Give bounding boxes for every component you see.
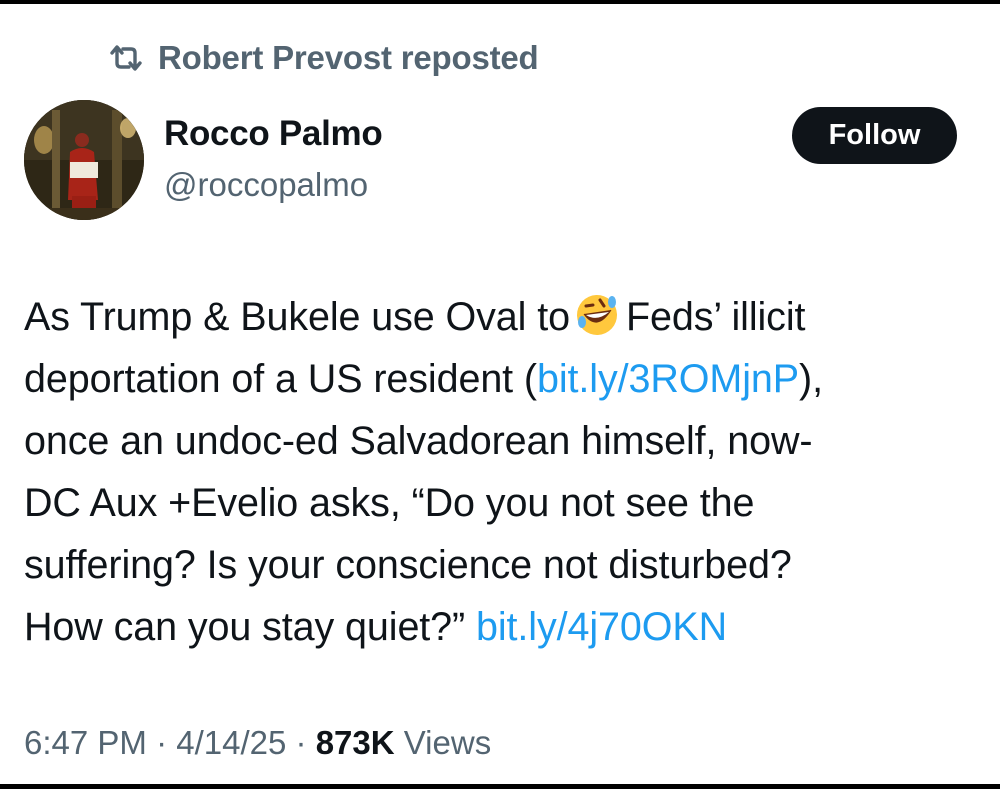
tweet-line: DC Aux +Evelio asks, “Do you not see the (24, 481, 755, 525)
meta-separator: · (295, 724, 307, 761)
author-handle[interactable]: @roccopalmo (164, 166, 368, 204)
bottom-border (0, 784, 1000, 789)
tweet-text: As Trump & Bukele use Oval to Feds’ illi… (24, 286, 984, 658)
tweet-link[interactable]: bit.ly/3ROMjnP (537, 357, 799, 401)
tweet-time[interactable]: 6:47 PM (24, 724, 147, 761)
tweet-line: How can you stay quiet?” bit.ly/4j70OKN (24, 596, 984, 658)
meta-separator: · (156, 724, 168, 761)
follow-button[interactable]: Follow (792, 107, 957, 164)
tweet-meta: 6:47 PM · 4/14/25 · 873K Views (24, 724, 491, 762)
tweet-line: As Trump & Bukele use Oval to Feds’ illi… (24, 286, 984, 348)
tweet-text-segment: deportation of a US resident ( (24, 357, 537, 401)
tweet-line: deportation of a US resident (bit.ly/3RO… (24, 348, 984, 410)
tweet-text-segment: ), (799, 357, 823, 401)
repost-icon (110, 45, 142, 71)
avatar[interactable] (24, 100, 144, 220)
views-label: Views (403, 724, 492, 761)
tweet-link[interactable]: bit.ly/4j70OKN (476, 605, 727, 649)
tweet-text-segment: Feds’ illicit (625, 295, 806, 339)
tweet-text-segment: As Trump & Bukele use Oval to (24, 295, 570, 339)
tweet-date[interactable]: 4/14/25 (176, 724, 286, 761)
avatar-image (24, 100, 144, 220)
top-border (0, 0, 1000, 4)
tweet-text-segment: How can you stay quiet?” (24, 605, 466, 649)
tweet-line: once an undoc-ed Salvadorean himself, no… (24, 419, 813, 463)
rolling-on-floor-laughing-emoji (574, 292, 620, 338)
repost-label: Robert Prevost reposted (158, 39, 539, 76)
author-name[interactable]: Rocco Palmo (164, 114, 383, 154)
repost-indicator[interactable]: Robert Prevost reposted (108, 36, 539, 80)
tweet-line: suffering? Is your conscience not distur… (24, 543, 792, 587)
views-count: 873K (315, 724, 395, 761)
